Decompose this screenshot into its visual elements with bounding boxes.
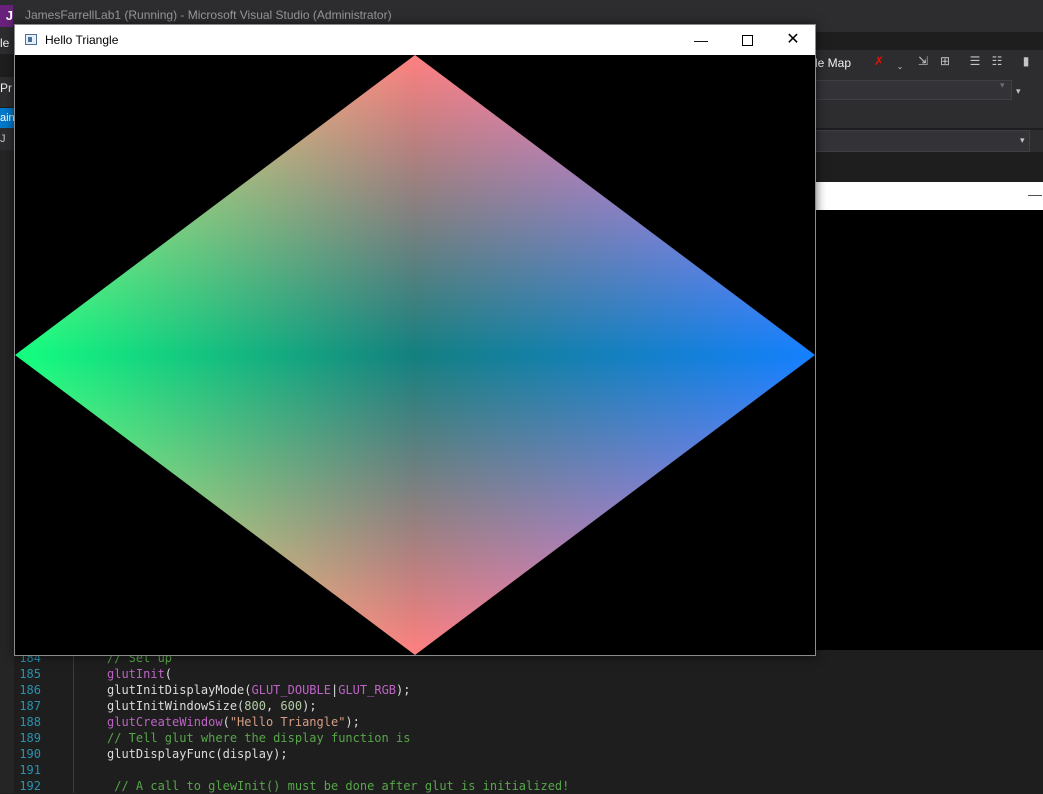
pane-minimize-icon[interactable]: — xyxy=(1028,186,1042,202)
vs-window-title: JamesFarrellLab1 (Running) - Microsoft V… xyxy=(25,8,392,22)
window-title: Hello Triangle xyxy=(45,33,119,47)
chevron-down-icon[interactable]: ▾ xyxy=(1000,80,1005,91)
code-token: ); xyxy=(345,715,360,729)
code-line[interactable]: glutDisplayFunc(display); xyxy=(107,746,288,762)
document-tab-main[interactable]: ain xyxy=(0,108,14,128)
maximize-button[interactable] xyxy=(731,25,763,55)
code-token: glutDisplayFunc(display); xyxy=(107,747,288,761)
code-token: 800 xyxy=(244,699,266,713)
code-token: // A call to glewInit() must be done aft… xyxy=(107,779,570,793)
line-number: 186 xyxy=(19,683,41,697)
code-line[interactable]: // A call to glewInit() must be done aft… xyxy=(107,778,569,794)
code-token: // Tell glut where the display function … xyxy=(107,731,411,745)
left-gutter xyxy=(0,150,14,793)
code-token: glutInitWindowSize( xyxy=(107,699,245,713)
visual-studio-logo-icon: J xyxy=(0,5,13,27)
code-token: GLUT_RGB xyxy=(338,683,397,697)
minimize-button[interactable]: — xyxy=(685,25,717,55)
breakpoint-icon[interactable]: ✗ xyxy=(872,54,886,68)
line-number: 191 xyxy=(19,763,41,777)
vs-menu-fragment[interactable]: le xyxy=(0,32,14,54)
line-number: 185 xyxy=(19,667,41,681)
code-line[interactable]: glutInit( xyxy=(107,666,172,682)
output-pane-header xyxy=(815,182,1043,210)
nav-right-strip xyxy=(1030,130,1043,152)
code-token: GLUT_DOUBLE xyxy=(251,683,331,697)
member-navigation-dropdown[interactable] xyxy=(815,130,1030,152)
line-number: 187 xyxy=(19,699,41,713)
maximize-icon xyxy=(742,35,753,46)
code-token: ( xyxy=(164,667,173,681)
hello-triangle-window: Hello Triangle — ✕ xyxy=(14,24,816,656)
bookmark-icon[interactable]: ▮ xyxy=(1019,54,1033,68)
code-token: glutCreateWindow xyxy=(107,715,223,729)
code-line[interactable]: glutCreateWindow("Hello Triangle"); xyxy=(107,714,360,730)
app-window-icon xyxy=(25,34,37,45)
code-token: ( xyxy=(222,715,230,729)
toolbar-overflow-icon[interactable]: ▾ xyxy=(1016,86,1021,97)
diamond-bottom-red-layer xyxy=(15,55,815,655)
toolbar-fragment[interactable]: Pr xyxy=(0,77,14,107)
close-button[interactable]: ✕ xyxy=(777,25,809,55)
code-token: ); xyxy=(396,683,411,697)
code-token: 600 xyxy=(280,699,303,713)
diamond-render xyxy=(15,55,815,655)
code-token: glutInit xyxy=(107,667,165,681)
thread-icon[interactable]: ⊞ xyxy=(938,54,952,68)
code-token: ); xyxy=(302,699,317,713)
opengl-canvas[interactable] xyxy=(15,55,815,655)
line-number: 192 xyxy=(19,779,41,793)
code-map-button[interactable]: le Map xyxy=(815,56,851,70)
editor-margin xyxy=(73,650,74,793)
list-icon[interactable]: ☰ xyxy=(968,54,982,68)
line-number: 188 xyxy=(19,715,41,729)
code-token: , xyxy=(265,699,281,713)
nav-area xyxy=(815,104,1043,128)
code-line[interactable]: glutInitDisplayMode(GLUT_DOUBLE|GLUT_RGB… xyxy=(107,682,410,698)
code-token: "Hello Triangle" xyxy=(229,715,346,729)
code-line[interactable]: glutInitWindowSize(800, 600); xyxy=(107,698,317,714)
indent-icon[interactable]: ☷ xyxy=(990,54,1004,68)
chevron-down-icon[interactable]: ⌄ xyxy=(893,60,907,74)
nav-fragment[interactable]: J xyxy=(0,128,14,150)
line-number: 190 xyxy=(19,747,41,761)
code-line[interactable]: // Tell glut where the display function … xyxy=(107,730,410,746)
step-icon[interactable]: ⇲ xyxy=(916,54,930,68)
chevron-down-icon[interactable]: ▾ xyxy=(1020,135,1025,146)
line-number: 189 xyxy=(19,731,41,745)
toolbar-dropdown[interactable] xyxy=(815,80,1012,100)
diamond-shape xyxy=(15,55,815,655)
window-titlebar[interactable]: Hello Triangle — ✕ xyxy=(15,25,815,55)
code-token: glutInitDisplayMode( xyxy=(107,683,252,697)
